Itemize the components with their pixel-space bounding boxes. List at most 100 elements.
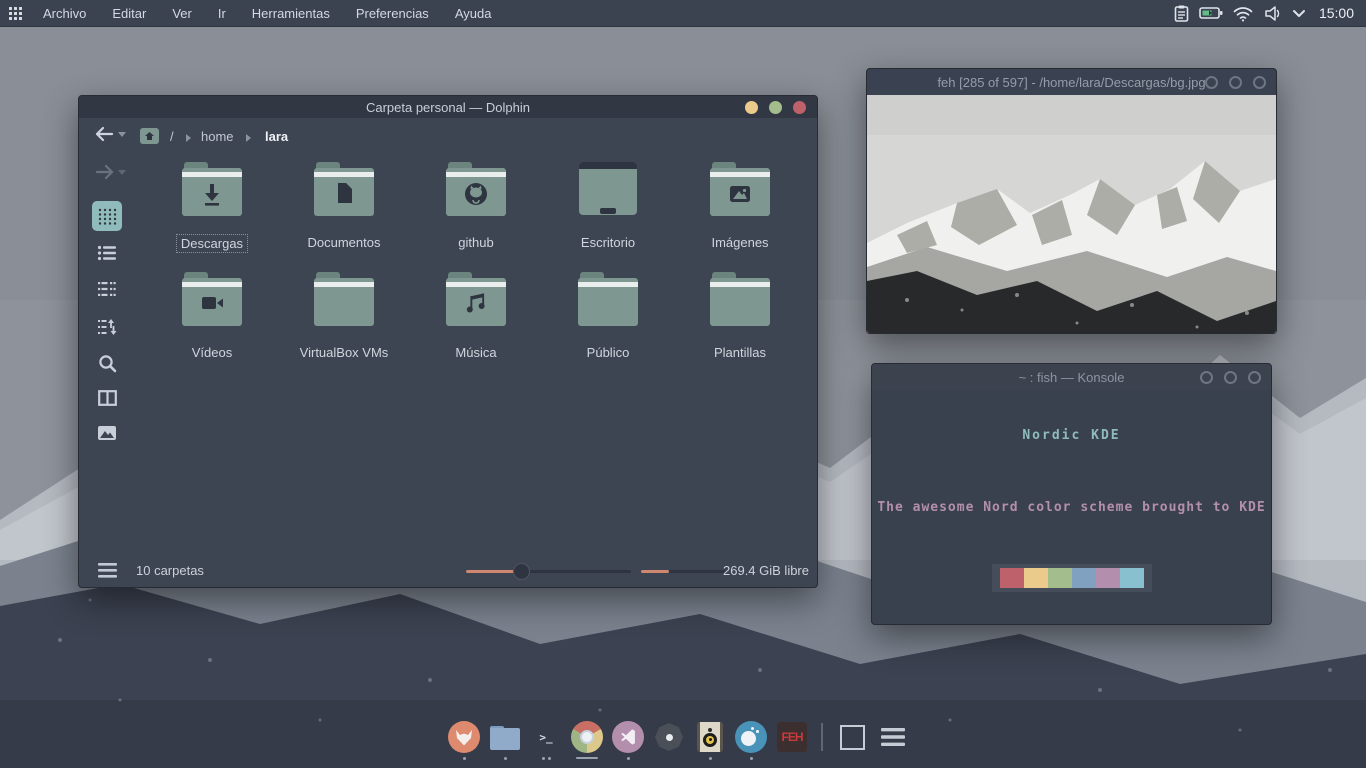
menu-archivo[interactable]: Archivo [30, 0, 99, 27]
maximize-button[interactable] [1224, 371, 1237, 384]
menu-ver[interactable]: Ver [159, 0, 205, 27]
battery-icon[interactable] [1199, 6, 1223, 20]
breadcrumb-root[interactable]: / [170, 126, 174, 148]
menu-preferencias[interactable]: Preferencias [343, 0, 442, 27]
sort-icon [97, 318, 117, 336]
folder-label: Imágenes [707, 234, 772, 251]
grid-icon [9, 7, 22, 20]
dock-music-player-icon[interactable] [694, 721, 726, 760]
folder-videos[interactable]: Vídeos [152, 270, 272, 361]
list-view-icon [97, 245, 117, 261]
search-button[interactable] [92, 348, 122, 378]
breadcrumb-home-icon[interactable] [139, 127, 160, 148]
folder-github[interactable]: github [416, 160, 536, 251]
icons-view-button[interactable] [92, 201, 122, 231]
chevron-down-icon[interactable] [1292, 9, 1306, 18]
feh-title: feh [285 of 597] - /home/lara/Descargas/… [937, 75, 1205, 90]
folder-label: Vídeos [188, 344, 236, 361]
folder-publico[interactable]: Público [548, 270, 668, 361]
sort-button[interactable] [92, 312, 122, 342]
folder-musica[interactable]: Música [416, 270, 536, 361]
dolphin-statusbar: 10 carpetas 269.4 GiB libre [79, 557, 817, 587]
compact-view-button[interactable] [92, 274, 122, 304]
feh-image [867, 95, 1276, 334]
folder-plantillas[interactable]: Plantillas [680, 270, 800, 361]
top-panel: Archivo Editar Ver Ir Herramientas Prefe… [0, 0, 1366, 27]
compact-view-icon [97, 281, 117, 297]
dock-show-desktop-icon[interactable] [836, 721, 868, 760]
breadcrumb-user[interactable]: lara [265, 126, 288, 148]
grid-view-icon [97, 207, 117, 225]
dolphin-titlebar[interactable]: Carpeta personal — Dolphin [79, 96, 817, 118]
clock[interactable]: 15:00 [1319, 5, 1354, 21]
terminal-subtitle: The awesome Nord color scheme brought to… [872, 500, 1271, 515]
app-launcher-icon[interactable] [0, 0, 30, 27]
volume-icon[interactable] [1263, 5, 1283, 22]
dolphin-window[interactable]: Carpeta personal — Dolphin / home lara [78, 95, 818, 588]
breadcrumb-home[interactable]: home [201, 126, 234, 148]
dock-settings-icon[interactable] [653, 721, 685, 760]
maximize-button[interactable] [1229, 76, 1242, 89]
folder-imagenes[interactable]: Imágenes [680, 160, 800, 251]
preview-button[interactable] [92, 418, 122, 448]
folder-label: Música [451, 344, 500, 361]
disk-usage-fill [641, 570, 669, 573]
image-preview-icon [98, 426, 116, 440]
konsole-window[interactable]: ~ : fish — Konsole Nordic KDE The awesom… [871, 363, 1272, 625]
dock-media-player-icon[interactable] [735, 721, 767, 760]
details-view-button[interactable] [92, 238, 122, 268]
folder-label: github [454, 234, 497, 251]
folder-label: VirtualBox VMs [296, 344, 393, 361]
system-tray: 15:00 [1173, 0, 1366, 27]
menu-ir[interactable]: Ir [205, 0, 239, 27]
menu-editar[interactable]: Editar [99, 0, 159, 27]
minimize-button[interactable] [745, 101, 758, 114]
back-button[interactable] [95, 126, 114, 145]
chevron-right-icon [246, 134, 251, 142]
feh-window[interactable]: feh [285 of 597] - /home/lara/Descargas/… [866, 68, 1277, 334]
dock-firefox-icon[interactable] [448, 721, 480, 760]
folder-label: Documentos [304, 234, 385, 251]
palette-swatch-green [1048, 568, 1072, 588]
wifi-icon[interactable] [1232, 5, 1254, 22]
color-palette [992, 564, 1152, 592]
dock-vscode-icon[interactable] [612, 721, 644, 760]
folder-virtualbox-vms[interactable]: VirtualBox VMs [284, 270, 404, 361]
close-button[interactable] [793, 101, 806, 114]
dock-chromium-icon[interactable] [571, 721, 603, 760]
search-icon [98, 354, 117, 373]
dolphin-title: Carpeta personal — Dolphin [366, 100, 530, 115]
split-view-icon [98, 390, 117, 406]
close-button[interactable] [1253, 76, 1266, 89]
split-view-button[interactable] [92, 383, 122, 413]
dock-terminal-icon[interactable]: >_ [530, 721, 562, 760]
dock-app-menu-icon[interactable] [877, 721, 909, 760]
menu-ayuda[interactable]: Ayuda [442, 0, 505, 27]
desktop-icon [576, 160, 640, 218]
menu-herramientas[interactable]: Herramientas [239, 0, 343, 27]
maximize-button[interactable] [769, 101, 782, 114]
minimize-button[interactable] [1205, 76, 1218, 89]
dock-feh-icon[interactable]: FEH [776, 721, 808, 760]
zoom-slider-fill [466, 570, 514, 573]
chevron-right-icon [186, 134, 191, 142]
folder-descargas[interactable]: Descargas [152, 160, 272, 253]
forward-history-caret[interactable] [118, 170, 126, 175]
zoom-slider-knob[interactable] [513, 563, 530, 580]
free-space: 269.4 GiB libre [723, 563, 809, 578]
close-button[interactable] [1248, 371, 1261, 384]
palette-swatch-purple [1096, 568, 1120, 588]
back-history-caret[interactable] [118, 132, 126, 137]
clipboard-icon[interactable] [1173, 4, 1190, 23]
feh-window-buttons [1205, 76, 1266, 89]
dock: >_ FEH [448, 721, 909, 760]
github-icon [465, 183, 487, 205]
palette-swatch-red [1000, 568, 1024, 588]
forward-button[interactable] [95, 164, 114, 183]
dock-file-manager-icon[interactable] [489, 721, 521, 760]
folder-label: Escritorio [577, 234, 639, 251]
folder-documentos[interactable]: Documentos [284, 160, 404, 251]
palette-swatch-yellow [1024, 568, 1048, 588]
minimize-button[interactable] [1200, 371, 1213, 384]
folder-escritorio[interactable]: Escritorio [548, 160, 668, 251]
